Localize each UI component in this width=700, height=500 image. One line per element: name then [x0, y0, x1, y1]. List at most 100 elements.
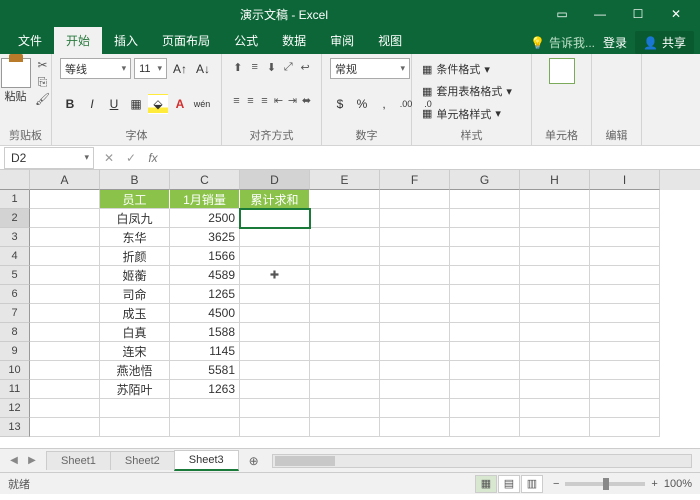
cell[interactable] — [30, 342, 100, 361]
cell[interactable] — [310, 323, 380, 342]
cell[interactable]: 白真 — [100, 323, 170, 342]
cell[interactable] — [240, 304, 310, 323]
cell[interactable] — [450, 418, 520, 437]
sheet-nav-prev[interactable]: ◀ — [6, 453, 22, 469]
row-header[interactable]: 6 — [0, 285, 30, 304]
cell[interactable] — [380, 418, 450, 437]
cell[interactable] — [30, 304, 100, 323]
cell[interactable] — [520, 342, 590, 361]
copy-button[interactable]: ⎘ — [35, 75, 51, 89]
sheet-tab-1[interactable]: Sheet1 — [46, 451, 111, 470]
cell[interactable]: 1566 — [170, 247, 240, 266]
cell[interactable] — [590, 418, 660, 437]
cancel-formula-button[interactable]: ✕ — [98, 147, 120, 169]
cell[interactable] — [240, 323, 310, 342]
cell[interactable] — [30, 228, 100, 247]
cell-styles-button[interactable]: ▦单元格样式▾ — [420, 103, 523, 125]
sheet-tab-3[interactable]: Sheet3 — [174, 450, 239, 471]
row-header[interactable]: 4 — [0, 247, 30, 266]
view-normal-button[interactable]: ▦ — [475, 475, 497, 493]
cell[interactable]: 东华 — [100, 228, 170, 247]
enter-formula-button[interactable]: ✓ — [120, 147, 142, 169]
cell[interactable] — [450, 399, 520, 418]
tab-data[interactable]: 数据 — [270, 27, 318, 54]
cell[interactable] — [450, 323, 520, 342]
align-left-button[interactable]: ≡ — [230, 92, 243, 110]
cell[interactable] — [450, 361, 520, 380]
row-header[interactable]: 9 — [0, 342, 30, 361]
cell[interactable] — [380, 247, 450, 266]
cell[interactable] — [240, 228, 310, 247]
cell[interactable]: 折颜 — [100, 247, 170, 266]
wrap-text-button[interactable]: ↩ — [297, 58, 313, 76]
cell[interactable]: 3625 — [170, 228, 240, 247]
cell[interactable] — [520, 285, 590, 304]
cell[interactable] — [240, 209, 310, 228]
cell[interactable] — [450, 285, 520, 304]
cell[interactable] — [310, 380, 380, 399]
sign-in-link[interactable]: 登录 — [603, 34, 627, 51]
cell[interactable] — [310, 247, 380, 266]
row-header[interactable]: 2 — [0, 209, 30, 228]
cell[interactable] — [30, 361, 100, 380]
tab-page-layout[interactable]: 页面布局 — [150, 27, 222, 54]
row-header[interactable]: 11 — [0, 380, 30, 399]
cell[interactable] — [380, 266, 450, 285]
view-page-break-button[interactable]: ▥ — [521, 475, 543, 493]
column-header-b[interactable]: B — [100, 170, 170, 190]
cell[interactable]: 1145 — [170, 342, 240, 361]
cell[interactable]: 累计求和 — [240, 190, 310, 209]
font-size-combo[interactable]: 11▾ — [134, 58, 167, 79]
cell[interactable] — [590, 323, 660, 342]
zoom-in-button[interactable]: + — [651, 478, 657, 490]
cell[interactable] — [310, 399, 380, 418]
cell[interactable] — [30, 266, 100, 285]
cell[interactable]: 苏陌叶 — [100, 380, 170, 399]
tab-insert[interactable]: 插入 — [102, 27, 150, 54]
cell[interactable] — [520, 323, 590, 342]
tab-formulas[interactable]: 公式 — [222, 27, 270, 54]
cell[interactable]: 司命 — [100, 285, 170, 304]
cell[interactable] — [380, 209, 450, 228]
comma-format-button[interactable]: , — [374, 94, 394, 114]
merge-button[interactable]: ⬌ — [300, 92, 313, 110]
zoom-out-button[interactable]: − — [553, 478, 559, 490]
border-button[interactable]: ▦ — [126, 94, 146, 114]
cell[interactable] — [590, 380, 660, 399]
cell[interactable]: 1263 — [170, 380, 240, 399]
zoom-slider[interactable] — [565, 482, 645, 486]
cell[interactable] — [520, 266, 590, 285]
cell[interactable]: 燕池悟 — [100, 361, 170, 380]
cell[interactable] — [450, 380, 520, 399]
cell[interactable] — [590, 342, 660, 361]
cell[interactable] — [450, 228, 520, 247]
cell[interactable] — [30, 323, 100, 342]
cell[interactable] — [450, 247, 520, 266]
cell[interactable] — [310, 266, 380, 285]
cell[interactable] — [380, 380, 450, 399]
cell[interactable] — [310, 418, 380, 437]
tab-file[interactable]: 文件 — [6, 27, 54, 54]
column-header-h[interactable]: H — [520, 170, 590, 190]
cell[interactable] — [450, 342, 520, 361]
cell[interactable]: 连宋 — [100, 342, 170, 361]
align-middle-button[interactable]: ≡ — [247, 58, 263, 76]
cell[interactable] — [240, 380, 310, 399]
cell[interactable] — [590, 304, 660, 323]
row-header[interactable]: 8 — [0, 323, 30, 342]
cell[interactable] — [520, 209, 590, 228]
conditional-format-button[interactable]: ▦条件格式▾ — [420, 58, 523, 80]
cell[interactable] — [520, 418, 590, 437]
cell[interactable] — [520, 247, 590, 266]
number-format-combo[interactable]: 常规▾ — [330, 58, 410, 79]
fill-color-button[interactable]: ⬙ — [148, 94, 168, 114]
paste-button[interactable]: 粘贴 — [1, 58, 31, 106]
align-top-button[interactable]: ⬆ — [230, 58, 246, 76]
cell[interactable] — [590, 190, 660, 209]
tell-me-search[interactable]: 💡告诉我... — [530, 34, 595, 51]
cell[interactable] — [310, 228, 380, 247]
cell[interactable] — [380, 399, 450, 418]
row-header[interactable]: 5 — [0, 266, 30, 285]
cell[interactable] — [310, 209, 380, 228]
zoom-level[interactable]: 100% — [664, 478, 692, 490]
